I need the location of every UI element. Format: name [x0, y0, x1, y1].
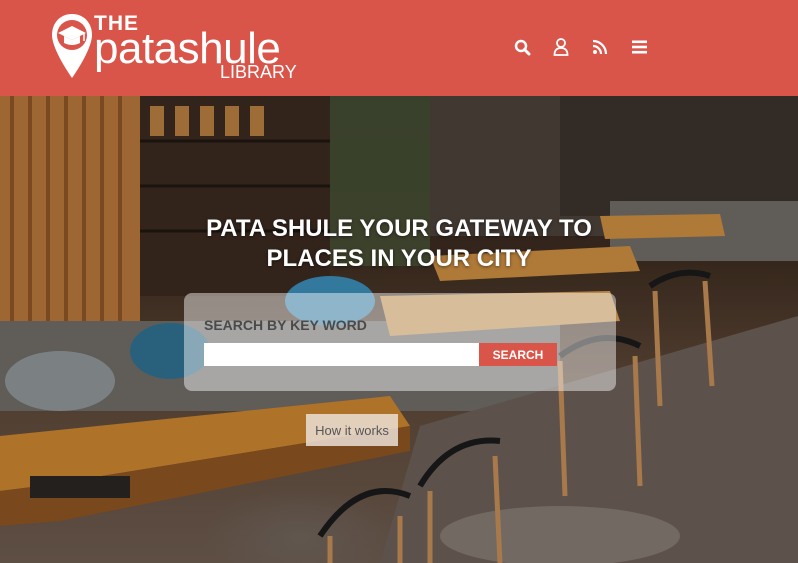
search-icon [514, 39, 530, 55]
site-logo[interactable]: THE patashule LIBRARY [50, 10, 310, 82]
menu-icon [631, 40, 647, 54]
search-input[interactable] [204, 343, 479, 366]
logo-library: LIBRARY [220, 62, 297, 82]
search-label: SEARCH BY KEY WORD [204, 317, 367, 333]
search-button[interactable] [513, 37, 531, 57]
how-it-works-button[interactable]: How it works [306, 414, 398, 446]
map-pin-graduation-cap-icon [52, 14, 92, 78]
hero-title-line-1: PATA SHULE YOUR GATEWAY TO [206, 215, 592, 242]
hero-title-line-2: PLACES IN YOUR CITY [266, 245, 532, 272]
hero-title: PATA SHULE YOUR GATEWAY TO PLACES IN YOU… [0, 214, 798, 274]
search-submit-button[interactable]: SEARCH [479, 343, 557, 366]
rss-icon [592, 39, 608, 55]
search-panel: SEARCH BY KEY WORD SEARCH [184, 293, 616, 391]
user-icon [553, 38, 569, 56]
menu-button[interactable] [630, 37, 648, 57]
hero-section: PATA SHULE YOUR GATEWAY TO PLACES IN YOU… [0, 96, 798, 563]
account-button[interactable] [552, 37, 570, 57]
rss-button[interactable] [591, 37, 609, 57]
site-header: THE patashule LIBRARY [0, 0, 798, 96]
header-nav [513, 37, 648, 57]
